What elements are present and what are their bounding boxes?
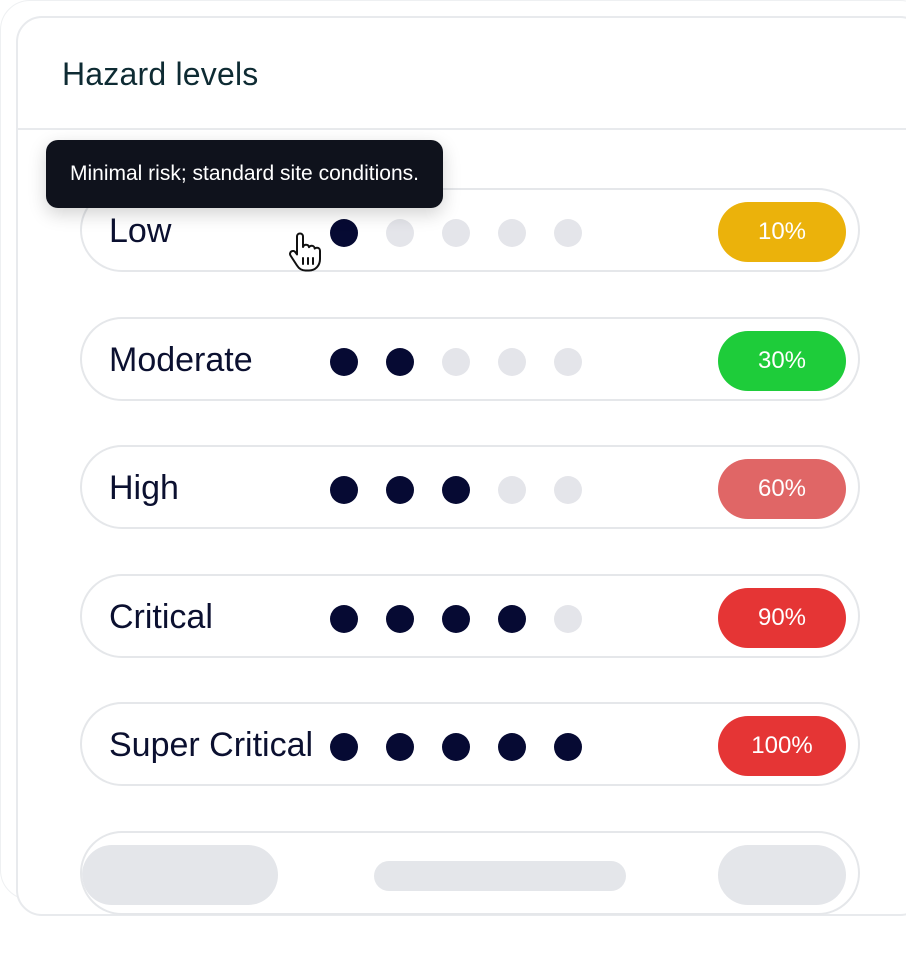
skeleton-badge-placeholder — [718, 844, 846, 905]
severity-dot — [498, 219, 526, 247]
severity-dots — [330, 476, 582, 504]
severity-dot — [386, 219, 414, 247]
severity-dots — [330, 733, 582, 761]
severity-dot — [554, 219, 582, 247]
hazard-level-label: Moderate — [109, 340, 253, 379]
severity-dot — [386, 733, 414, 761]
hazard-tooltip: Minimal risk; standard site conditions. — [46, 140, 443, 208]
severity-dot — [442, 733, 470, 761]
hazard-level-list: Low 10% Moderate 30% High 60% Critical 9… — [80, 188, 860, 959]
severity-dot — [330, 476, 358, 504]
severity-dot — [554, 733, 582, 761]
hazard-level-label: Critical — [109, 597, 213, 636]
severity-dot — [442, 604, 470, 633]
hazard-row-super-critical[interactable]: Super Critical 100% — [80, 702, 860, 786]
severity-dot — [330, 219, 358, 247]
percent-badge: 30% — [718, 330, 846, 391]
panel-title: Hazard levels — [62, 56, 259, 92]
severity-dots — [330, 347, 582, 376]
hazard-row-high[interactable]: High 60% — [80, 445, 860, 529]
severity-dot — [386, 347, 414, 376]
severity-dot — [442, 347, 470, 376]
hazard-level-label: Low — [109, 212, 172, 250]
percent-badge: 10% — [718, 202, 846, 262]
percent-badge: 90% — [718, 587, 846, 648]
hazard-level-label: Super Critical — [109, 726, 314, 764]
severity-dot — [498, 604, 526, 633]
severity-dot — [498, 347, 526, 376]
hazard-row-moderate[interactable]: Moderate 30% — [80, 316, 860, 401]
hazard-row-critical[interactable]: Critical 90% — [80, 573, 860, 658]
severity-dot — [386, 476, 414, 504]
percent-badge: 100% — [718, 716, 846, 776]
panel-header: Hazard levels — [18, 18, 906, 130]
skeleton-label-placeholder — [82, 844, 278, 905]
hand-pointer-icon — [289, 232, 321, 272]
skeleton-dots-placeholder — [374, 860, 626, 891]
severity-dots — [330, 604, 582, 633]
severity-dot — [554, 347, 582, 376]
severity-dots — [330, 219, 582, 247]
severity-dot — [442, 219, 470, 247]
severity-dot — [498, 733, 526, 761]
severity-dot — [386, 604, 414, 633]
severity-dot — [442, 476, 470, 504]
severity-dot — [554, 604, 582, 633]
loading-skeleton-row — [80, 830, 860, 915]
severity-dot — [330, 604, 358, 633]
hazard-level-label: High — [109, 469, 179, 507]
severity-dot — [554, 476, 582, 504]
severity-dot — [498, 476, 526, 504]
severity-dot — [330, 733, 358, 761]
percent-badge: 60% — [718, 459, 846, 519]
severity-dot — [330, 347, 358, 376]
